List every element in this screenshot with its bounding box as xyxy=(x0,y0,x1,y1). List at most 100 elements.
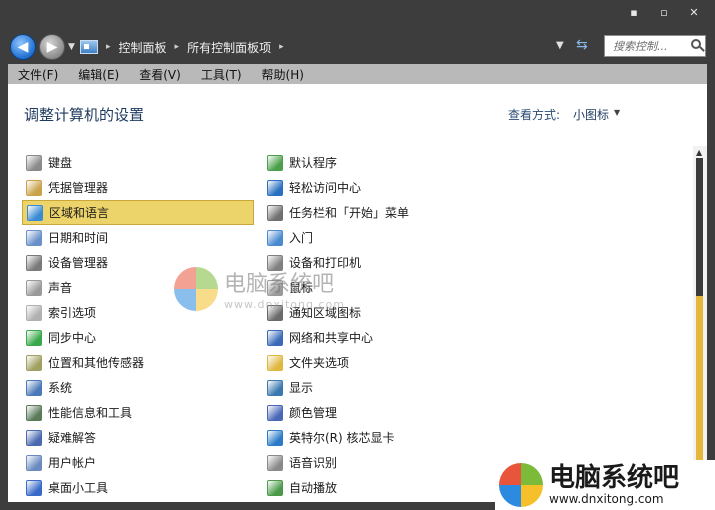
watermark-text: 电脑系统吧 www.dnxitong.com xyxy=(224,266,345,311)
scroll-up-icon[interactable]: ▲ xyxy=(696,148,702,157)
item-label: 系统 xyxy=(48,381,73,395)
control-panel-item[interactable]: 显示 xyxy=(263,375,493,400)
taskbar-icon xyxy=(267,204,283,221)
credential-icon xyxy=(26,179,42,196)
windows-logo-icon xyxy=(499,463,543,507)
address-row: ◀ ▶ ▼ ▸ 控制面板 ▸ 所有控制面板项 ▸ ▼ ⇆ 搜索控制... xyxy=(0,30,715,64)
watermark-title: 电脑系统吧 xyxy=(549,463,680,493)
chevron-right-icon[interactable]: ▸ xyxy=(175,42,180,52)
control-panel-item[interactable]: 语音识别 xyxy=(263,450,493,475)
getting-started-icon xyxy=(267,229,283,246)
control-panel-item[interactable]: 颜色管理 xyxy=(263,400,493,425)
control-panel-item[interactable]: 区域和语言 xyxy=(22,200,254,225)
control-panel-item[interactable]: 轻松访问中心 xyxy=(263,175,493,200)
menu-help[interactable]: 帮助(H) xyxy=(252,66,314,83)
item-label: 性能信息和工具 xyxy=(48,406,133,420)
autoplay-icon xyxy=(267,479,283,496)
search-input[interactable]: 搜索控制... xyxy=(604,35,706,57)
address-dropdown-icon[interactable]: ▼ xyxy=(556,40,564,51)
control-panel-item[interactable]: 桌面小工具 xyxy=(22,475,252,500)
system-icon xyxy=(26,379,42,396)
item-label: 用户帐户 xyxy=(48,456,97,470)
maximize-button[interactable]: ▫ xyxy=(649,2,679,22)
watermark-text: 电脑系统吧 www.dnxitong.com xyxy=(549,464,679,506)
index-icon xyxy=(26,304,42,321)
control-panel-item[interactable]: 日期和时间 xyxy=(22,225,252,250)
control-panel-item[interactable]: 位置和其他传感器 xyxy=(22,350,252,375)
item-label: 日期和时间 xyxy=(48,231,109,245)
device-manager-icon xyxy=(26,254,42,271)
item-label: 网络和共享中心 xyxy=(289,331,374,345)
control-panel-item[interactable]: 任务栏和「开始」菜单 xyxy=(263,200,493,225)
control-panel-item[interactable]: 默认程序 xyxy=(263,150,493,175)
close-button[interactable]: ✕ xyxy=(679,2,709,22)
network-icon xyxy=(267,329,283,346)
item-label: 颜色管理 xyxy=(289,406,338,420)
control-panel-item[interactable]: 凭据管理器 xyxy=(22,175,252,200)
item-label: 英特尔(R) 核芯显卡 xyxy=(289,431,395,445)
user-icon xyxy=(26,454,42,471)
forward-button[interactable]: ▶ xyxy=(39,34,65,60)
item-label: 区域和语言 xyxy=(49,206,110,220)
watermark-url: www.dnxitong.com xyxy=(224,298,345,311)
item-label: 键盘 xyxy=(48,156,73,170)
item-label: 疑难解答 xyxy=(48,431,97,445)
item-label: 文件夹选项 xyxy=(289,356,350,370)
menu-tools[interactable]: 工具(T) xyxy=(191,66,252,83)
keyboard-icon xyxy=(26,154,42,171)
refresh-icon[interactable]: ⇆ xyxy=(576,37,588,53)
default-programs-icon xyxy=(267,154,283,171)
search-placeholder: 搜索控制... xyxy=(613,40,668,53)
clock-icon xyxy=(26,229,42,246)
control-panel-icon xyxy=(80,40,98,54)
view-by-dropdown[interactable]: 小图标 xyxy=(573,106,609,123)
control-panel-item[interactable]: 键盘 xyxy=(22,150,252,175)
control-panel-window: ▪ ▫ ✕ ◀ ▶ ▼ ▸ 控制面板 ▸ 所有控制面板项 ▸ ▼ ⇆ 搜索控制.… xyxy=(0,0,715,510)
minimize-button[interactable]: ▪ xyxy=(619,2,649,22)
control-panel-item[interactable]: 用户帐户 xyxy=(22,450,252,475)
breadcrumb-all-items[interactable]: 所有控制面板项 xyxy=(187,39,271,56)
menu-bar: 文件(F) 编辑(E) 查看(V) 工具(T) 帮助(H) xyxy=(8,64,707,84)
item-label: 默认程序 xyxy=(289,156,338,170)
item-label: 位置和其他传感器 xyxy=(48,356,145,370)
item-label: 同步中心 xyxy=(48,331,97,345)
vertical-scrollbar[interactable]: ▲ xyxy=(693,146,707,502)
watermark-url: www.dnxitong.com xyxy=(549,492,664,506)
control-panel-item[interactable]: 入门 xyxy=(263,225,493,250)
item-label: 索引选项 xyxy=(48,306,97,320)
item-label: 声音 xyxy=(48,281,73,295)
menu-edit[interactable]: 编辑(E) xyxy=(68,66,129,83)
menu-view[interactable]: 查看(V) xyxy=(129,66,191,83)
control-panel-item[interactable]: 系统 xyxy=(22,375,252,400)
content-pane: 调整计算机的设置 查看方式: 小图标 ▼ 键盘 凭据管理器 区域和语言 日期和时间 设备… xyxy=(8,84,707,502)
item-label: 任务栏和「开始」菜单 xyxy=(289,206,410,220)
control-panel-item[interactable]: 性能信息和工具 xyxy=(22,400,252,425)
back-button[interactable]: ◀ xyxy=(10,34,36,60)
control-panel-item[interactable]: 自动播放 xyxy=(263,475,493,500)
watermark-title: 电脑系统吧 xyxy=(224,272,335,297)
breadcrumb[interactable]: ▸ 控制面板 ▸ 所有控制面板项 ▸ xyxy=(80,36,292,58)
watermark-center: 电脑系统吧 www.dnxitong.com xyxy=(174,266,345,311)
search-icon[interactable] xyxy=(691,39,701,49)
item-label: 显示 xyxy=(289,381,314,395)
control-panel-item[interactable]: 同步中心 xyxy=(22,325,252,350)
item-label: 设备管理器 xyxy=(48,256,109,270)
recent-pages-dropdown[interactable]: ▼ xyxy=(68,42,75,52)
chevron-right-icon[interactable]: ▸ xyxy=(106,42,111,52)
caption-buttons: ▪ ▫ ✕ xyxy=(619,2,709,22)
performance-icon xyxy=(26,404,42,421)
breadcrumb-control-panel[interactable]: 控制面板 xyxy=(119,39,167,56)
chevron-down-icon[interactable]: ▼ xyxy=(614,108,620,117)
item-label: 凭据管理器 xyxy=(48,181,109,195)
control-panel-item[interactable]: 网络和共享中心 xyxy=(263,325,493,350)
chevron-right-icon[interactable]: ▸ xyxy=(279,42,284,52)
control-panel-item[interactable]: 文件夹选项 xyxy=(263,350,493,375)
control-panel-item[interactable]: 疑难解答 xyxy=(22,425,252,450)
view-by-label: 查看方式: xyxy=(508,108,561,122)
globe-icon xyxy=(27,204,43,221)
menu-file[interactable]: 文件(F) xyxy=(8,66,68,83)
items-column-right: 默认程序 轻松访问中心 任务栏和「开始」菜单 入门 设备和打印机 鼠标 通知区域图标 网络和共… xyxy=(263,150,493,500)
item-label: 轻松访问中心 xyxy=(289,181,362,195)
control-panel-item[interactable]: 英特尔(R) 核芯显卡 xyxy=(263,425,493,450)
items-column-left: 键盘凭据管理器区域和语言日期和时间设备管理器声音索引选项同步中心位置和其他传感器… xyxy=(22,150,254,500)
